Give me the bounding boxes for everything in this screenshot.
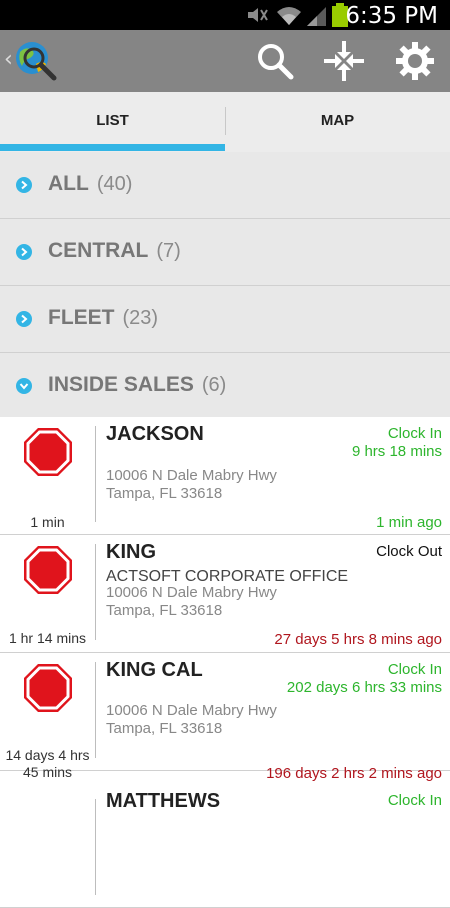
collapse-center-icon[interactable] [322, 39, 366, 83]
employee-row-king[interactable]: 1 hr 14 mins KING ACTSOFT CORPORATE OFFI… [0, 535, 450, 653]
stop-duration: 1 hr 14 mins [0, 630, 95, 647]
updated-ago: 196 days 2 hrs 2 mins ago [266, 765, 442, 782]
stop-duration-line: 45 mins [22, 764, 73, 780]
expand-chevron-icon [16, 244, 32, 260]
group-central[interactable]: CENTRAL (7) [0, 219, 450, 286]
employee-name: KING [106, 541, 156, 563]
expand-chevron-icon [16, 311, 32, 327]
employee-row-jackson[interactable]: 1 min JACKSON 10006 N Dale Mabry Hwy Tam… [0, 417, 450, 535]
clock-status: Clock In [387, 661, 442, 678]
group-name: INSIDE SALES (6) [48, 373, 226, 397]
action-bar: ‹ [0, 30, 450, 92]
stop-sign-icon [24, 664, 72, 712]
employee-row-king-cal[interactable]: 14 days 4 hrs 45 mins KING CAL 10006 N D… [0, 653, 450, 782]
app-logo-globe-icon[interactable] [12, 40, 58, 82]
status-bar: 6:35 PM [0, 0, 450, 30]
group-all[interactable]: ALL (40) [0, 152, 450, 219]
stop-duration-line: 14 days 4 hrs [5, 747, 90, 763]
no-sound-icon [248, 8, 268, 22]
address-line1: 10006 N Dale Mabry Hwy [106, 584, 277, 601]
clock-status: Clock Out [376, 543, 442, 560]
clock-status: Clock In [387, 425, 442, 442]
stop-duration: 1 min [0, 514, 95, 531]
expand-chevron-icon [16, 177, 32, 193]
group-name: FLEET (23) [48, 306, 158, 330]
stop-duration-line: 1 min [30, 514, 65, 530]
group-inside-sales[interactable]: INSIDE SALES (6) [0, 353, 450, 420]
stop-duration: 14 days 4 hrs 45 mins [0, 747, 95, 781]
group-name-text: INSIDE SALES [48, 373, 194, 396]
employee-name: KING CAL [106, 659, 203, 681]
group-count: (40) [96, 173, 133, 195]
collapse-chevron-icon [16, 378, 32, 394]
employee-row-matthews[interactable]: MATTHEWS Clock In [0, 790, 450, 908]
clock-duration: 202 days 6 hrs 33 mins [286, 679, 442, 696]
row-divider [95, 662, 96, 758]
row-divider [95, 799, 96, 895]
group-count: (7) [156, 240, 181, 262]
address-line1: 10006 N Dale Mabry Hwy [106, 702, 277, 719]
settings-gear-icon[interactable] [393, 39, 437, 83]
wifi-icon [277, 7, 301, 25]
clock-status: Clock In [387, 792, 442, 809]
employee-name: MATTHEWS [106, 790, 221, 812]
group-count: (23) [122, 307, 159, 329]
signal-icon [307, 7, 326, 26]
search-icon[interactable] [253, 39, 297, 83]
group-name-text: CENTRAL [48, 239, 149, 262]
updated-ago: 1 min ago [376, 514, 442, 531]
address-line2: Tampa, FL 33618 [106, 720, 223, 737]
group-name-text: FLEET [48, 306, 115, 329]
employee-name: JACKSON [106, 423, 204, 445]
group-fleet[interactable]: FLEET (23) [0, 286, 450, 353]
clock-duration: 9 hrs 18 mins [351, 443, 442, 460]
stop-duration-line: 1 hr 14 mins [8, 630, 87, 646]
row-divider [95, 544, 96, 640]
address-line2: Tampa, FL 33618 [106, 485, 223, 502]
tab-list[interactable]: LIST [0, 92, 225, 148]
address-line2: Tampa, FL 33618 [106, 602, 223, 619]
stop-sign-icon [24, 546, 72, 594]
tab-map[interactable]: MAP [225, 92, 450, 148]
group-count: (6) [201, 374, 227, 396]
status-time: 6:35 PM [345, 3, 438, 29]
group-name: ALL (40) [48, 172, 132, 196]
address-line1: 10006 N Dale Mabry Hwy [106, 467, 277, 484]
group-name-text: ALL [48, 172, 89, 195]
selected-tab-indicator [0, 144, 225, 151]
group-name: CENTRAL (7) [48, 239, 181, 263]
row-divider [95, 426, 96, 522]
stop-sign-icon [24, 428, 72, 476]
updated-ago: 27 days 5 hrs 8 mins ago [274, 631, 442, 648]
